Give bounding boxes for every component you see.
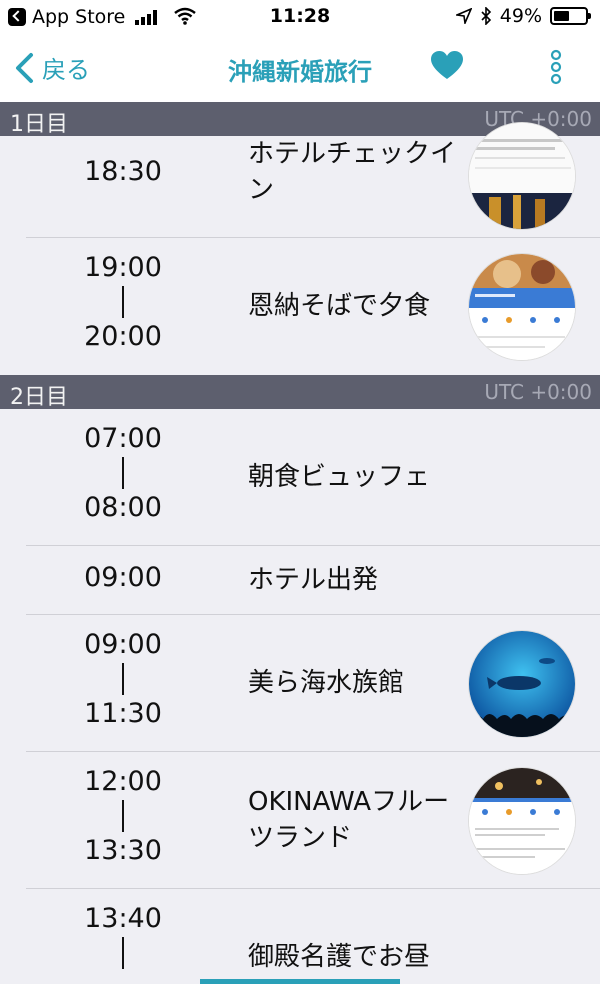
time-range: 09:00 11:30 xyxy=(52,629,194,729)
schedule-item[interactable]: 19:00 20:00 恩納そばで夕食 xyxy=(0,238,600,375)
scroll-indicator xyxy=(200,979,400,984)
item-title: 恩納そばで夕食 xyxy=(248,291,431,321)
end-time: 08:00 xyxy=(84,492,162,523)
hotel-map-thumbnail xyxy=(468,122,576,230)
time-range-separator xyxy=(122,663,124,695)
status-bar: App Store 11:28 49% xyxy=(0,0,600,34)
time-range: 18:30 xyxy=(52,156,194,187)
item-title: OKINAWAフルーツランド xyxy=(248,787,450,853)
more-options-icon[interactable] xyxy=(546,47,566,87)
end-time: 11:30 xyxy=(84,698,162,729)
battery-level-fill xyxy=(554,11,569,21)
time-range: 07:00 08:00 xyxy=(52,423,194,523)
start-time: 13:40 xyxy=(84,903,162,934)
time-range-separator xyxy=(122,800,124,832)
start-time: 09:00 xyxy=(84,562,162,593)
item-title: 朝食ビュッフェ xyxy=(248,462,431,492)
schedule-item[interactable]: 18:30 ホテルチェックイン xyxy=(0,122,600,238)
schedule-item[interactable]: 09:00 11:30 美ら海水族館 xyxy=(0,615,600,752)
schedule-item[interactable]: 09:00 ホテル出発 xyxy=(0,546,600,615)
time-range: 19:00 20:00 xyxy=(52,252,194,352)
restaurant-map-thumbnail xyxy=(468,253,576,361)
item-title: 御殿名護でお昼 xyxy=(248,942,431,972)
item-title: ホテル出発 xyxy=(248,565,379,595)
schedule-item[interactable]: 07:00 08:00 朝食ビュッフェ xyxy=(0,409,600,546)
map-card-image xyxy=(469,254,575,360)
battery-percent: 49% xyxy=(499,5,542,27)
fruitland-map-thumbnail xyxy=(468,767,576,875)
start-time: 19:00 xyxy=(84,252,162,283)
timezone-label: UTC +0:00 xyxy=(484,380,592,404)
day-label: 2日目 xyxy=(10,385,68,410)
schedule-item[interactable]: 13:40 御殿名護でお昼 xyxy=(0,889,600,984)
map-card-image xyxy=(469,768,575,874)
start-time: 18:30 xyxy=(84,156,162,187)
day-label: 1日目 xyxy=(10,112,68,137)
end-time: 13:30 xyxy=(84,835,162,866)
aquarium-image xyxy=(469,631,575,737)
start-time: 07:00 xyxy=(84,423,162,454)
navigation-bar: 戻る 沖縄新婚旅行 xyxy=(0,34,600,102)
item-title: ホテルチェックイン xyxy=(248,139,457,205)
item-title: 美ら海水族館 xyxy=(248,668,405,698)
battery-icon xyxy=(550,7,591,25)
aquarium-photo-thumbnail xyxy=(468,630,576,738)
time-range-separator xyxy=(122,457,124,489)
time-range-separator xyxy=(122,937,124,969)
time-range-separator xyxy=(122,286,124,318)
location-arrow-icon xyxy=(455,8,472,24)
time-range: 09:00 xyxy=(52,562,194,593)
start-time: 12:00 xyxy=(84,766,162,797)
time-range: 12:00 13:30 xyxy=(52,766,194,866)
bluetooth-icon xyxy=(481,7,491,25)
day-section-header: 2日目 UTC +0:00 xyxy=(0,375,600,410)
page-title: 沖縄新婚旅行 xyxy=(228,58,372,86)
schedule-item[interactable]: 12:00 13:30 OKINAWAフルーツランド xyxy=(0,752,600,889)
start-time: 09:00 xyxy=(84,629,162,660)
favorite-heart-icon[interactable] xyxy=(430,50,464,80)
end-time: 20:00 xyxy=(84,321,162,352)
time-range: 13:40 xyxy=(52,903,194,972)
map-card-image xyxy=(469,123,575,229)
